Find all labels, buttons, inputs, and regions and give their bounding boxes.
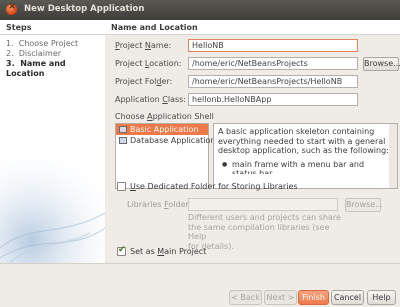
shell-label: Choose Application Shell — [115, 112, 214, 121]
project-name-row: Project Name: HelloNB — [105, 39, 400, 53]
step-item: 2. Disclaimer — [6, 49, 62, 58]
shell-option-database[interactable]: Database Application — [116, 135, 215, 146]
project-folder-label: Project Folder: — [115, 77, 173, 86]
libraries-folder-input[interactable] — [188, 198, 338, 211]
shell-description: A basic application skeleton containing … — [213, 123, 398, 189]
help-button[interactable]: Help — [367, 290, 396, 305]
project-location-label: Project Location: — [115, 59, 182, 68]
libraries-folder-label: Libraries Folder: — [127, 200, 192, 209]
steps-list: 1. Choose Project 2. Disclaimer 3. Name … — [0, 35, 105, 83]
window-titlebar: New Desktop Application — [0, 0, 400, 20]
back-button[interactable]: < Back — [229, 290, 262, 305]
panel-header: Name and Location — [105, 20, 400, 35]
application-class-input[interactable]: hellonb.HelloNBApp — [188, 93, 358, 106]
shell-list[interactable]: Basic Application Database Application — [115, 123, 215, 189]
step-item-current: 3. Name and Location — [6, 59, 66, 78]
steps-panel: Steps 1. Choose Project 2. Disclaimer 3.… — [0, 20, 105, 263]
browse-location-button[interactable]: Browse... — [363, 57, 400, 71]
libraries-folder-row: Libraries Folder: Browse... — [105, 198, 400, 212]
application-icon — [119, 126, 127, 133]
project-location-input[interactable]: /home/eric/NetBeansProjects — [188, 57, 358, 70]
shell-option-basic[interactable]: Basic Application — [116, 124, 208, 135]
project-name-input[interactable]: HelloNB — [188, 39, 358, 52]
step-item: 1. Choose Project — [6, 39, 79, 48]
application-class-label: Application Class: — [115, 95, 186, 104]
main-project-label[interactable]: Set as Main Project — [130, 247, 206, 256]
next-button[interactable]: Next > — [264, 290, 297, 305]
window-title: New Desktop Application — [24, 4, 145, 14]
close-icon[interactable] — [6, 1, 17, 15]
description-scrollbar[interactable] — [389, 124, 397, 188]
project-folder-row: Project Folder: /home/eric/NetBeansProje… — [105, 75, 400, 89]
decorative-swirl-image — [0, 153, 105, 263]
dedicated-folder-label[interactable]: Use Dedicated Folder for Storing Librari… — [130, 182, 298, 191]
main-project-checkbox[interactable] — [117, 245, 126, 256]
description-bullet: main frame with a menu bar and — [218, 160, 393, 170]
steps-header: Steps — [0, 20, 105, 35]
application-class-row: Application Class: hellonb.HelloNBApp — [105, 93, 400, 107]
project-folder-input[interactable]: /home/eric/NetBeansProjects/HelloNB — [188, 75, 358, 88]
dedicated-folder-checkbox[interactable] — [117, 182, 126, 191]
cancel-button[interactable]: Cancel — [331, 290, 364, 305]
libraries-help-text: Different users and projects can share t… — [188, 213, 341, 251]
project-name-label: Project Name: — [115, 41, 172, 50]
finish-button[interactable]: Finish — [298, 290, 329, 305]
project-location-row: Project Location: /home/eric/NetBeansPro… — [105, 57, 400, 71]
dialog-footer: < Back Next > Finish Cancel Help — [0, 263, 400, 307]
application-icon — [119, 137, 127, 144]
browse-libraries-button[interactable]: Browse... — [345, 198, 383, 212]
name-location-panel: Name and Location Project Name: HelloNB … — [105, 20, 400, 263]
